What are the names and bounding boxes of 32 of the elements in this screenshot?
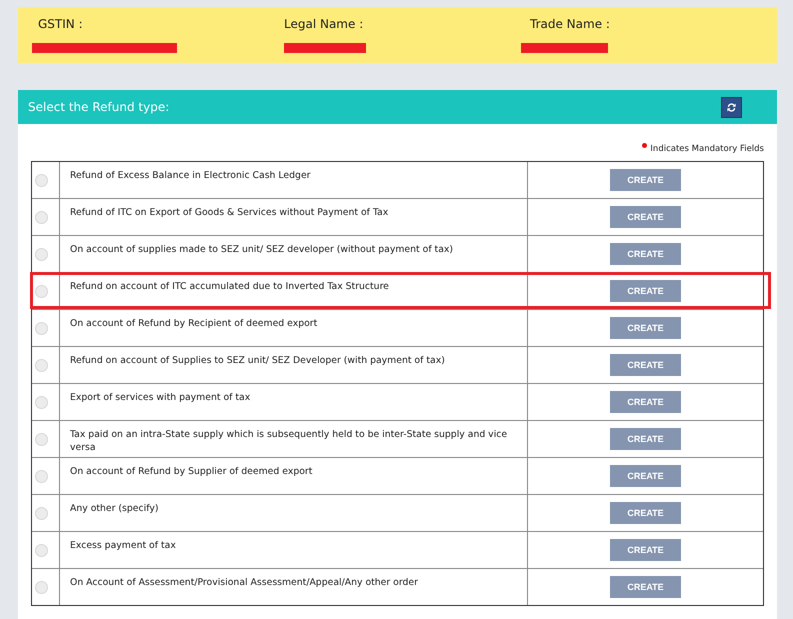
radio-button[interactable] xyxy=(35,506,48,520)
refund-type-label: Tax paid on an intra-State supply which is subsequently held to be inter-State supply and vice versa xyxy=(70,428,508,454)
field-label: Trade Name : xyxy=(530,17,610,31)
refund-type-label: Excess payment of tax xyxy=(70,539,177,552)
field-label: Legal Name : xyxy=(284,17,364,31)
refund-type-label: Refund of Excess Balance in Electronic Cash Ledger xyxy=(70,169,312,182)
refund-type-label: On account of supplies made to SEZ unit/ SEZ developer (without payment of tax) xyxy=(70,243,454,256)
radio-button[interactable] xyxy=(35,544,48,556)
radio-button[interactable] xyxy=(35,248,48,260)
refund-type-label: Any other (specify) xyxy=(70,502,160,515)
mandatory-note: Indicates Mandatory Fields xyxy=(650,143,764,156)
refund-type-label: Refund on account of Supplies to SEZ unit/ SEZ Developer (with payment of tax) xyxy=(70,354,446,367)
refund-type-label: On account of Refund by Recipient of deemed export xyxy=(70,317,318,330)
refund-type-label: On account of Refund by Supplier of deemed export xyxy=(70,465,314,478)
required-dot-icon xyxy=(642,143,648,148)
radio-button[interactable] xyxy=(35,210,48,224)
radio-button[interactable] xyxy=(35,322,48,334)
refund-type-label: Export of services with payment of tax xyxy=(70,391,252,404)
refund-type-label: Refund of ITC on Export of Goods & Services without Payment of Tax xyxy=(70,206,390,219)
refresh-button[interactable] xyxy=(721,96,742,118)
radio-button[interactable] xyxy=(35,580,48,594)
radio-button[interactable] xyxy=(35,432,48,446)
radio-button[interactable] xyxy=(35,470,48,482)
radio-button[interactable] xyxy=(35,174,48,186)
radio-button[interactable] xyxy=(35,358,48,372)
radio-button[interactable] xyxy=(35,284,48,298)
refund-type-label: Refund on account of ITC accumulated due to Inverted Tax Structure xyxy=(70,280,390,293)
field-label: GSTIN : xyxy=(38,17,83,31)
refresh-icon xyxy=(727,102,736,112)
section-title: Select the Refund type: xyxy=(28,100,170,114)
radio-button[interactable] xyxy=(35,396,48,408)
refund-type-label: On Account of Assessment/Provisional Assessment/Appeal/Any other order xyxy=(70,576,419,589)
